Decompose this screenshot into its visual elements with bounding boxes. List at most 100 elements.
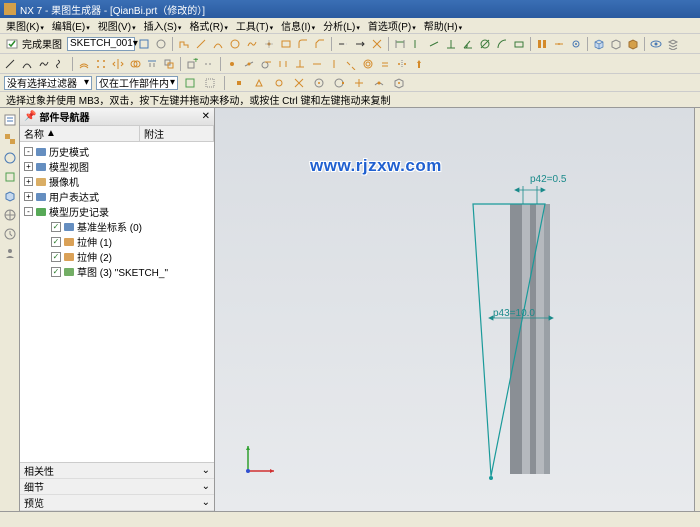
pin-icon[interactable]: 📌 bbox=[24, 111, 36, 122]
chamfer-icon[interactable] bbox=[312, 36, 328, 52]
bottom-docking-strip[interactable] bbox=[0, 511, 700, 527]
tree-item[interactable]: ✓拉伸 (1) bbox=[22, 234, 212, 249]
tree-item[interactable]: ✓拉伸 (2) bbox=[22, 249, 212, 264]
intersect-icon[interactable] bbox=[127, 56, 143, 72]
horizontal-icon[interactable] bbox=[309, 56, 325, 72]
snap-exist-icon[interactable] bbox=[351, 75, 367, 91]
fix-icon[interactable] bbox=[411, 56, 427, 72]
concentric-icon[interactable] bbox=[360, 56, 376, 72]
project-icon[interactable] bbox=[144, 56, 160, 72]
rail-reuse-icon[interactable] bbox=[2, 169, 18, 185]
tree-checkbox[interactable]: ✓ bbox=[51, 252, 61, 262]
curve-arc-icon[interactable] bbox=[19, 56, 35, 72]
arc-icon[interactable] bbox=[210, 36, 226, 52]
tree-item[interactable]: -模型历史记录 bbox=[22, 204, 212, 219]
column-name[interactable]: 名称 bbox=[24, 126, 44, 141]
sel-opt2-icon[interactable] bbox=[202, 75, 218, 91]
snap-oncurve-icon[interactable] bbox=[371, 75, 387, 91]
derived-icon[interactable] bbox=[161, 56, 177, 72]
coincident-icon[interactable] bbox=[224, 56, 240, 72]
collinear-icon[interactable] bbox=[343, 56, 359, 72]
dim-parallel-icon[interactable] bbox=[426, 36, 442, 52]
iso-view-icon[interactable] bbox=[608, 36, 624, 52]
menu-analysis[interactable]: 分析(L)▾ bbox=[319, 18, 364, 33]
dim-vert-icon[interactable] bbox=[409, 36, 425, 52]
cube-view-icon[interactable] bbox=[591, 36, 607, 52]
curve-line-icon[interactable] bbox=[2, 56, 18, 72]
footer-preview[interactable]: 预览⌄ bbox=[20, 495, 214, 511]
right-docking-strip[interactable] bbox=[694, 108, 700, 511]
dim-angle-icon[interactable] bbox=[460, 36, 476, 52]
orient-sketch-icon[interactable] bbox=[136, 36, 152, 52]
parallel-icon[interactable] bbox=[275, 56, 291, 72]
dim-diameter-icon[interactable] bbox=[477, 36, 493, 52]
snap-mid-icon[interactable] bbox=[251, 75, 267, 91]
dimension-p43[interactable]: p43=10.0 bbox=[493, 308, 535, 319]
selection-scope-dropdown[interactable]: 仅在工作部件内▾ bbox=[96, 76, 178, 90]
footer-details[interactable]: 细节⌄ bbox=[20, 479, 214, 495]
tree-checkbox[interactable]: ✓ bbox=[51, 222, 61, 232]
tree-item[interactable]: ✓基准坐标系 (0) bbox=[22, 219, 212, 234]
mirror-icon[interactable] bbox=[110, 56, 126, 72]
tree-item[interactable]: +用户表达式 bbox=[22, 189, 212, 204]
footer-dependency[interactable]: 相关性⌄ bbox=[20, 463, 214, 479]
tree-item[interactable]: +模型视图 bbox=[22, 159, 212, 174]
menu-insert[interactable]: 插入(S)▾ bbox=[140, 18, 186, 33]
symmetric-icon[interactable] bbox=[394, 56, 410, 72]
rail-roles-icon[interactable] bbox=[2, 245, 18, 261]
shade-icon[interactable] bbox=[625, 36, 641, 52]
snap-onface-icon[interactable] bbox=[391, 75, 407, 91]
snap-center-icon[interactable] bbox=[311, 75, 327, 91]
finish-sketch-button[interactable]: 完成果图 bbox=[2, 36, 66, 52]
snap-ctrl-icon[interactable] bbox=[271, 75, 287, 91]
navigator-tree[interactable]: -历史模式+模型视图+摄像机+用户表达式-模型历史记录✓基准坐标系 (0)✓拉伸… bbox=[20, 142, 214, 462]
snap-quadrant-icon[interactable] bbox=[331, 75, 347, 91]
tree-toggle-icon[interactable]: + bbox=[24, 177, 33, 186]
tree-toggle-icon[interactable]: + bbox=[24, 192, 33, 201]
constraint-icon[interactable] bbox=[534, 36, 550, 52]
convert-ref-icon[interactable] bbox=[201, 56, 217, 72]
tree-item[interactable]: -历史模式 bbox=[22, 144, 212, 159]
trim-icon[interactable] bbox=[335, 36, 351, 52]
dim-horiz-icon[interactable] bbox=[392, 36, 408, 52]
menu-tools[interactable]: 工具(T)▾ bbox=[232, 18, 277, 33]
dimension-p42[interactable]: p42=0.5 bbox=[530, 174, 566, 185]
snap-end-icon[interactable] bbox=[231, 75, 247, 91]
menu-view[interactable]: 视图(V)▾ bbox=[94, 18, 140, 33]
spline-icon[interactable] bbox=[244, 36, 260, 52]
menu-preferences[interactable]: 首选项(P)▾ bbox=[364, 18, 420, 33]
line-icon[interactable] bbox=[193, 36, 209, 52]
tree-toggle-icon[interactable]: - bbox=[24, 207, 33, 216]
pattern-icon[interactable] bbox=[93, 56, 109, 72]
layer-icon[interactable] bbox=[665, 36, 681, 52]
pt-on-curve-icon[interactable] bbox=[241, 56, 257, 72]
rail-hd3d-icon[interactable] bbox=[2, 188, 18, 204]
tree-checkbox[interactable]: ✓ bbox=[51, 237, 61, 247]
column-notes[interactable]: 附注 bbox=[144, 126, 164, 141]
dim-radius-icon[interactable] bbox=[494, 36, 510, 52]
extend-icon[interactable] bbox=[352, 36, 368, 52]
show-constraints-icon[interactable] bbox=[568, 36, 584, 52]
fillet-icon[interactable] bbox=[295, 36, 311, 52]
equal-icon[interactable] bbox=[377, 56, 393, 72]
add-existing-icon[interactable]: + bbox=[184, 56, 200, 72]
tree-toggle-icon[interactable]: - bbox=[24, 147, 33, 156]
menu-info[interactable]: 信息(I)▾ bbox=[277, 18, 319, 33]
tree-item[interactable]: +摄像机 bbox=[22, 174, 212, 189]
navigator-close-icon[interactable]: ✕ bbox=[202, 111, 210, 122]
tree-toggle-icon[interactable]: + bbox=[24, 162, 33, 171]
tree-item[interactable]: ✓草图 (3) "SKETCH_" bbox=[22, 264, 212, 279]
circle-icon[interactable] bbox=[227, 36, 243, 52]
menu-help[interactable]: 帮助(H)▾ bbox=[420, 18, 466, 33]
offset-icon[interactable] bbox=[76, 56, 92, 72]
reattach-icon[interactable] bbox=[153, 36, 169, 52]
rail-browser-icon[interactable] bbox=[2, 207, 18, 223]
tree-checkbox[interactable]: ✓ bbox=[51, 267, 61, 277]
sel-opt1-icon[interactable] bbox=[182, 75, 198, 91]
sketch-name-dropdown[interactable]: SKETCH_001▾ bbox=[67, 37, 135, 51]
point-icon[interactable] bbox=[261, 36, 277, 52]
visibility-icon[interactable] bbox=[648, 36, 664, 52]
rail-part-navigator-icon[interactable] bbox=[2, 112, 18, 128]
menu-edit[interactable]: 编辑(E)▾ bbox=[48, 18, 94, 33]
dim-perimeter-icon[interactable] bbox=[511, 36, 527, 52]
